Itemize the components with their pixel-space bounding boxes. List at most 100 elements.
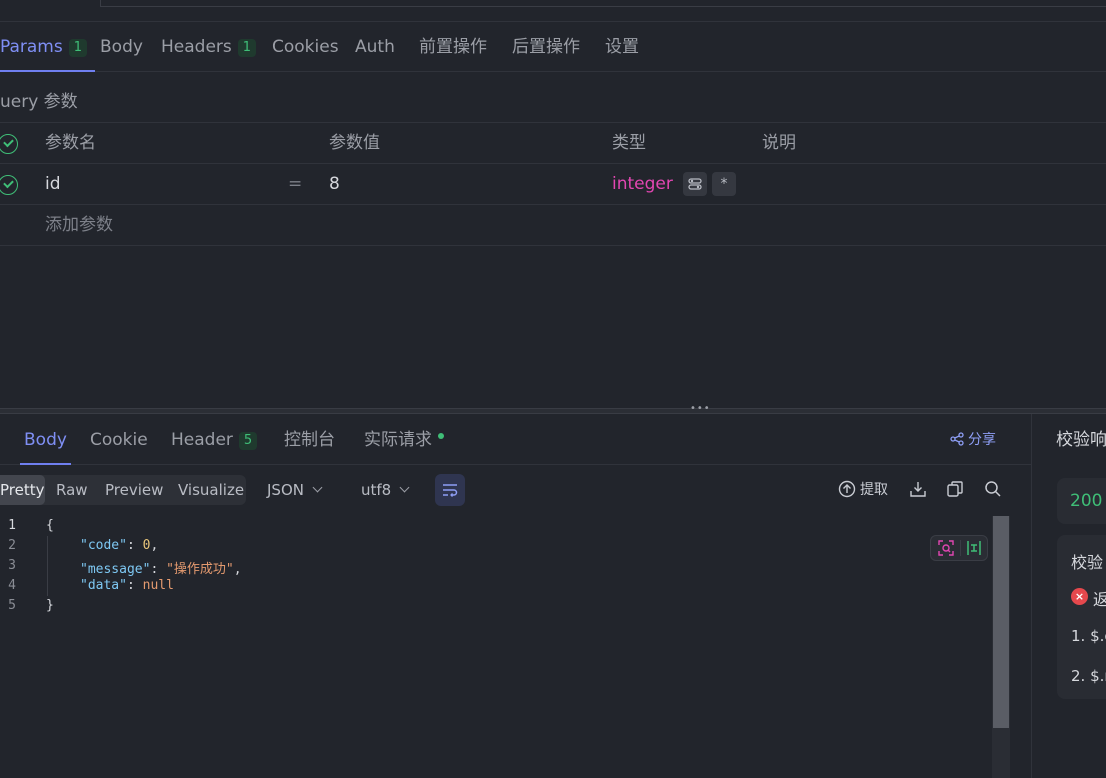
column-header-name: 参数名: [45, 133, 96, 153]
encoding-select[interactable]: utf8: [361, 475, 410, 505]
tab-label: 后置操作: [512, 37, 580, 57]
view-raw-button[interactable]: Raw: [56, 475, 88, 505]
chevron-down-icon: [312, 482, 323, 493]
share-label: 分享: [968, 432, 996, 448]
download-icon[interactable]: [909, 480, 929, 500]
param-type-select[interactable]: integer: [612, 164, 673, 204]
select-all-checkbox[interactable]: [0, 134, 18, 154]
copy-icon[interactable]: [946, 480, 966, 500]
validation-item: 2. $.r: [1071, 667, 1106, 685]
json-value: null: [142, 578, 174, 593]
view-preview-button[interactable]: Preview: [105, 475, 163, 505]
json-brace: {: [46, 518, 54, 533]
tab-headers[interactable]: Headers 1: [161, 22, 257, 72]
view-mode-segmented-control: Pretty Raw Preview Visualize: [0, 475, 246, 505]
search-icon[interactable]: [984, 480, 1004, 500]
add-param-input[interactable]: 添加参数: [45, 205, 113, 245]
column-header-type: 类型: [612, 133, 646, 153]
tab-response-cookie[interactable]: Cookie: [90, 414, 148, 465]
tab-label: Body: [100, 37, 143, 57]
code-line: "message": "操作成功",: [80, 562, 242, 577]
code-line: "code": 0,: [80, 538, 159, 553]
indent-guide: [47, 536, 48, 596]
json-value: "操作成功": [166, 562, 234, 577]
json-key: "code": [80, 538, 127, 553]
tab-label: Header: [171, 430, 233, 450]
assert-icon[interactable]: [965, 539, 983, 557]
validation-error-text: 返: [1093, 590, 1106, 609]
word-wrap-button[interactable]: [435, 474, 465, 506]
query-params-title: uery 参数: [0, 92, 78, 112]
param-value-field[interactable]: 8: [329, 164, 340, 204]
tab-cookies[interactable]: Cookies: [272, 22, 339, 72]
response-tabs: Body Cookie Header 5 控制台 实际请求 分享: [0, 414, 1032, 465]
request-tabs: Params 1 Body Headers 1 Cookies Auth 前置操作 …: [0, 22, 1106, 72]
response-body-editor[interactable]: 1 2 3 4 5 { "code": 0, "message": "操作成功"…: [0, 516, 1010, 778]
share-button[interactable]: 分享: [950, 414, 996, 465]
validation-panel-title: 校验响: [1056, 430, 1106, 450]
row-enabled-checkbox[interactable]: [0, 175, 18, 195]
divider: [100, 6, 1106, 7]
line-number: 3: [8, 558, 16, 573]
header-count-badge: 5: [238, 432, 258, 450]
code-line: }: [46, 598, 54, 613]
format-select[interactable]: JSON: [267, 475, 323, 505]
view-visualize-button[interactable]: Visualize: [178, 475, 244, 505]
tab-label: Cookies: [272, 37, 339, 57]
tab-response-header[interactable]: Header 5: [171, 414, 258, 465]
focus-scan-icon[interactable]: [937, 539, 955, 557]
tab-settings[interactable]: 设置: [605, 22, 639, 72]
share-icon: [950, 432, 964, 446]
tab-console[interactable]: 控制台: [284, 414, 335, 465]
line-number: 2: [8, 538, 16, 553]
validation-result-card: 校验 × 返 1. $.c 2. $.r: [1057, 535, 1106, 699]
json-brace: }: [46, 598, 54, 613]
validation-item: 1. $.c: [1071, 627, 1106, 645]
tab-label: Auth: [355, 37, 395, 57]
top-toolbar-strip: [0, 0, 1106, 22]
param-settings-icon[interactable]: [683, 172, 707, 196]
equals-sign: =: [288, 174, 303, 194]
tab-post-operations[interactable]: 后置操作: [512, 22, 580, 72]
view-pretty-button[interactable]: Pretty: [0, 475, 45, 505]
tab-label: 实际请求: [364, 430, 432, 450]
divider: [960, 540, 961, 556]
format-select-value: JSON: [267, 481, 304, 499]
code-line: "data": null: [80, 578, 174, 593]
json-key: "data": [80, 578, 127, 593]
chevron-down-icon: [399, 482, 410, 493]
tab-label: Body: [24, 430, 67, 450]
code-line: {: [46, 518, 54, 533]
tab-auth[interactable]: Auth: [355, 22, 395, 72]
tab-label: Params: [0, 37, 63, 57]
error-icon: ×: [1071, 588, 1088, 605]
params-count-badge: 1: [68, 39, 88, 57]
validation-card-title: 校验: [1071, 553, 1104, 572]
param-name-field[interactable]: id: [45, 164, 61, 204]
required-toggle[interactable]: *: [712, 172, 736, 196]
tab-label: Headers: [161, 37, 232, 57]
extract-button[interactable]: 提取: [860, 475, 888, 505]
tab-label: 设置: [605, 37, 639, 57]
column-header-value: 参数值: [329, 133, 380, 153]
line-number: 5: [8, 598, 16, 613]
tab-label: 前置操作: [419, 37, 487, 57]
drag-handle-icon[interactable]: •••: [690, 404, 710, 414]
editor-scrollbar-thumb[interactable]: [993, 516, 1009, 728]
params-header-row: 参数名 参数值 类型 说明: [0, 122, 1106, 163]
json-value: 0: [142, 538, 151, 553]
editor-floating-tools: [930, 535, 988, 561]
tab-actual-request[interactable]: 实际请求: [364, 414, 444, 465]
headers-count-badge: 1: [237, 39, 257, 57]
line-number: 4: [8, 578, 16, 593]
tab-body[interactable]: Body: [100, 22, 143, 72]
status-dot-icon: [438, 433, 444, 439]
extract-icon[interactable]: [838, 480, 858, 500]
tab-pre-operations[interactable]: 前置操作: [419, 22, 487, 72]
tab-response-body[interactable]: Body: [20, 414, 71, 465]
column-header-description: 说明: [762, 133, 796, 153]
tab-params[interactable]: Params 1: [0, 22, 96, 72]
table-row: id = 8 integer *: [0, 163, 1106, 204]
status-code-card: 200: [1057, 478, 1106, 524]
tab-label: Cookie: [90, 430, 148, 450]
